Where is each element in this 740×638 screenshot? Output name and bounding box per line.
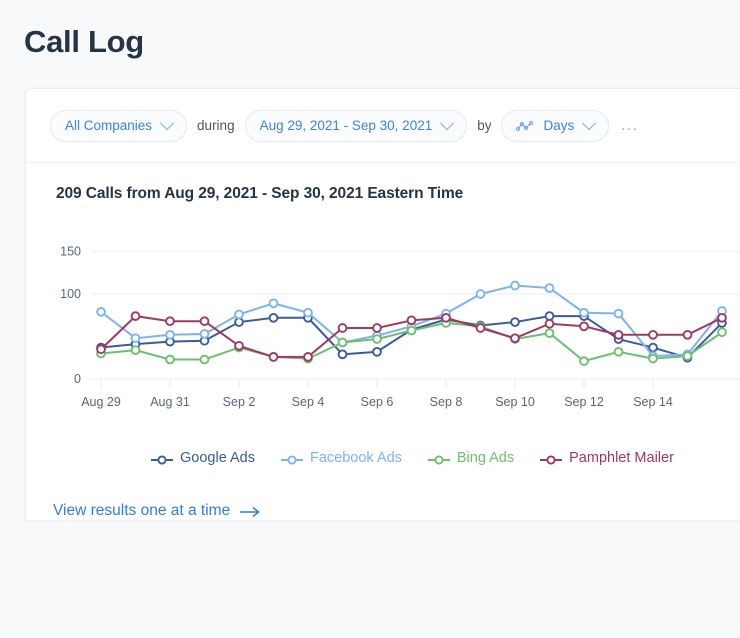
x-axis-tick-label: Aug 29 [81, 395, 121, 409]
date-range-label: Aug 29, 2021 - Sep 30, 2021 [259, 118, 433, 133]
data-point[interactable] [372, 334, 382, 344]
data-point[interactable] [682, 329, 693, 340]
data-point[interactable] [372, 346, 382, 357]
data-point[interactable] [441, 312, 451, 323]
legend-marker-icon [280, 453, 303, 465]
data-point[interactable] [96, 306, 106, 317]
data-point[interactable] [165, 329, 175, 340]
data-point[interactable] [234, 317, 244, 327]
data-point[interactable] [337, 349, 348, 360]
data-point[interactable] [234, 340, 244, 351]
data-point[interactable] [717, 312, 727, 323]
call-log-card: All Companies during Aug 29, 2021 - Sep … [25, 88, 740, 520]
legend-item[interactable]: Bing Ads [427, 450, 515, 466]
x-axis-tick-label: Sep 8 [430, 395, 463, 409]
data-point[interactable] [475, 323, 486, 333]
data-point[interactable] [303, 307, 313, 318]
chart-container: 209 Calls from Aug 29, 2021 - Sep 30, 20… [26, 163, 740, 466]
data-point[interactable] [234, 309, 244, 320]
data-point[interactable] [268, 352, 279, 362]
data-point[interactable] [648, 342, 658, 353]
data-point[interactable] [130, 345, 141, 355]
view-results-one-at-a-time-link[interactable]: View results one at a time [26, 466, 261, 520]
y-axis-tick-label: 0 [74, 372, 81, 386]
legend-item[interactable]: Google Ads [151, 450, 255, 466]
data-point[interactable] [372, 323, 382, 333]
chevron-down-icon [159, 115, 175, 130]
data-point[interactable] [268, 298, 279, 309]
data-point[interactable] [475, 289, 486, 299]
x-axis-tick-label: Sep 14 [633, 395, 673, 409]
data-point[interactable] [130, 333, 141, 344]
x-axis-tick-label: Sep 10 [495, 395, 535, 409]
data-point[interactable] [682, 351, 693, 361]
data-point[interactable] [406, 325, 417, 336]
page-title: Call Log [24, 24, 144, 59]
legend-marker-icon [540, 453, 563, 465]
legend-label: Facebook Ads [309, 450, 402, 466]
more-options-button[interactable]: ... [609, 117, 638, 134]
x-axis-tick-label: Sep 6 [361, 395, 394, 409]
data-point[interactable] [165, 316, 175, 327]
legend-label: Bing Ads [456, 450, 515, 466]
legend-item[interactable]: Pamphlet Mailer [540, 450, 674, 466]
data-point[interactable] [510, 333, 520, 344]
data-point[interactable] [303, 352, 313, 362]
data-point[interactable] [199, 329, 210, 339]
data-point[interactable] [648, 329, 658, 340]
legend-marker-icon [151, 453, 173, 465]
line-chart-plot: 0 100 150 Aug 29 Aug 31 Sep 2 Sep 4 Sep 6 Sep 8 S… [26, 219, 740, 434]
y-axis-tick-label: 100 [60, 287, 81, 301]
company-filter-label: All Companies [65, 118, 153, 133]
arrow-right-icon [239, 505, 261, 518]
x-axis-tick-label: Sep 12 [564, 395, 604, 409]
data-point[interactable] [337, 323, 348, 333]
data-point[interactable] [199, 354, 210, 365]
data-point[interactable] [199, 316, 210, 327]
granularity-dropdown[interactable]: Days [501, 109, 610, 142]
data-point[interactable] [510, 317, 520, 327]
data-point[interactable] [613, 329, 624, 340]
data-point[interactable] [579, 321, 589, 332]
y-axis-tick-label: 150 [60, 245, 81, 259]
data-point[interactable] [648, 353, 658, 364]
line-chart-icon [516, 120, 534, 132]
filter-conjunction-during: during [197, 118, 235, 133]
chart-svg: 0 100 150 Aug 29 Aug 31 Sep 2 Sep 4 Sep 6 Sep 8 S… [60, 245, 740, 409]
data-point[interactable] [510, 280, 520, 291]
data-point[interactable] [130, 311, 141, 321]
data-point[interactable] [613, 308, 624, 319]
chart-title: 209 Calls from Aug 29, 2021 - Sep 30, 20… [56, 185, 464, 202]
data-point[interactable] [544, 328, 555, 338]
legend-marker-icon [427, 453, 450, 465]
data-point[interactable] [544, 311, 555, 321]
data-point[interactable] [544, 318, 555, 329]
view-results-label: View results one at a time [53, 502, 231, 519]
date-range-dropdown[interactable]: Aug 29, 2021 - Sep 30, 2021 [244, 109, 468, 142]
data-point[interactable] [544, 283, 555, 293]
chevron-down-icon [440, 115, 455, 130]
legend-label: Pamphlet Mailer [569, 450, 674, 466]
data-point[interactable] [579, 356, 589, 367]
data-point[interactable] [406, 315, 417, 326]
data-point[interactable] [717, 327, 727, 338]
x-axis-tick-label: Sep 4 [292, 395, 325, 409]
data-point[interactable] [337, 337, 348, 348]
data-point[interactable] [268, 312, 279, 323]
chart-legend: Google Ads Facebook Ads Bing Ads Pamphlet M… [26, 434, 740, 466]
filter-bar: All Companies during Aug 29, 2021 - Sep … [26, 89, 740, 163]
x-axis-tick-label: Aug 31 [150, 395, 190, 409]
filter-conjunction-by: by [477, 118, 492, 133]
legend-item[interactable]: Facebook Ads [280, 450, 402, 466]
chevron-down-icon [582, 115, 597, 130]
granularity-label: Days [543, 118, 575, 133]
data-point[interactable] [96, 344, 106, 355]
legend-label: Google Ads [180, 450, 255, 466]
data-point[interactable] [579, 307, 589, 318]
x-axis-tick-label: Sep 2 [223, 395, 256, 409]
data-point[interactable] [613, 346, 624, 357]
company-filter-dropdown[interactable]: All Companies [50, 109, 188, 142]
data-point[interactable] [165, 354, 175, 365]
